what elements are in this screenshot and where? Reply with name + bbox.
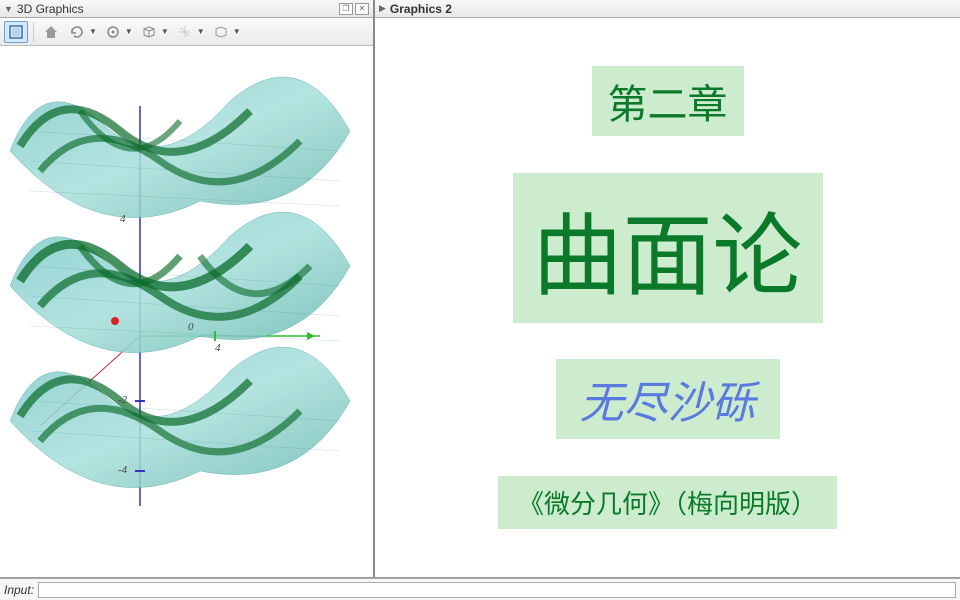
close-panel-button[interactable]: ✕	[355, 3, 369, 15]
author-label: 无尽沙砾	[556, 359, 780, 439]
expand-icon[interactable]: ▶	[379, 3, 386, 14]
axis-tick: 4	[120, 213, 126, 225]
left-panel: ▼ 3D Graphics ❐ ✕ ▼ ▼ ▼	[0, 0, 375, 577]
main-area: ▼ 3D Graphics ❐ ✕ ▼ ▼ ▼	[0, 0, 960, 578]
command-input[interactable]	[38, 582, 956, 598]
3d-viewport[interactable]: 4 4 0 -2 -4	[0, 46, 373, 577]
axis-tick: 0	[188, 321, 194, 333]
home-button[interactable]	[39, 21, 63, 43]
target-button[interactable]	[101, 21, 125, 43]
toolbar-3d: ▼ ▼ ▼ ▼ ▼	[0, 18, 373, 46]
title-label: 曲面论	[513, 173, 823, 323]
graphics2-canvas[interactable]: 第二章 曲面论 无尽沙砾 《微分几何》（梅向明版）	[375, 18, 960, 577]
cube-button[interactable]	[137, 21, 161, 43]
axis-tick: -4	[118, 464, 127, 476]
right-panel-title: Graphics 2	[390, 2, 452, 16]
chapter-label: 第二章	[592, 66, 744, 136]
axis-tick: 4	[215, 342, 221, 354]
dropdown-icon[interactable]: ▼	[161, 27, 169, 36]
rotate-button[interactable]	[65, 21, 89, 43]
right-panel-header: ▶ Graphics 2	[375, 0, 960, 18]
dropdown-icon[interactable]: ▼	[197, 27, 205, 36]
book-label: 《微分几何》（梅向明版）	[498, 476, 837, 529]
collapse-icon[interactable]: ▼	[4, 4, 13, 14]
detach-button[interactable]: ❐	[339, 3, 353, 15]
right-panel: ▶ Graphics 2 第二章 曲面论 无尽沙砾 《微分几何》（梅向明版）	[375, 0, 960, 577]
move-tool-button[interactable]	[4, 21, 28, 43]
left-panel-title: 3D Graphics	[17, 2, 84, 16]
clip-button[interactable]	[209, 21, 233, 43]
dropdown-icon[interactable]: ▼	[89, 27, 97, 36]
input-bar: Input:	[0, 578, 960, 600]
axes-button[interactable]	[173, 21, 197, 43]
axis-tick: -2	[118, 394, 127, 406]
dropdown-icon[interactable]: ▼	[125, 27, 133, 36]
dropdown-icon[interactable]: ▼	[233, 27, 241, 36]
input-label: Input:	[4, 583, 34, 597]
left-panel-header: ▼ 3D Graphics ❐ ✕	[0, 0, 373, 18]
